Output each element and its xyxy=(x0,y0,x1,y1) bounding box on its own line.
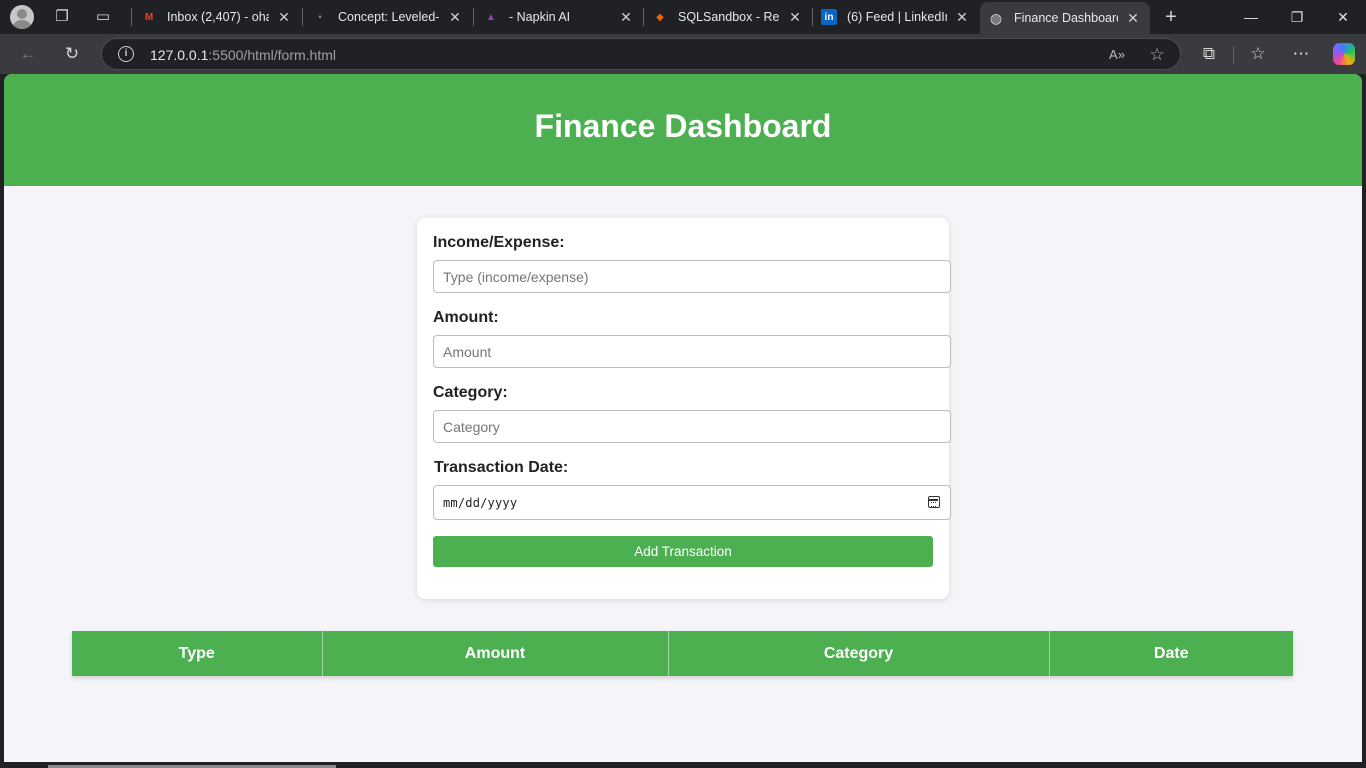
page-header: Finance Dashboard xyxy=(4,74,1362,186)
minimize-icon[interactable]: — xyxy=(1228,0,1274,34)
table-header-row: Type Amount Category Date xyxy=(72,631,1293,676)
tab-separator xyxy=(473,8,474,26)
back-arrow-icon[interactable]: ← xyxy=(15,42,41,66)
column-header-date: Date xyxy=(1049,631,1293,676)
transactions-table: Type Amount Category Date xyxy=(72,631,1293,676)
amount-label: Amount: xyxy=(433,309,499,326)
tab-title: - Napkin AI xyxy=(509,10,571,24)
toolbar-separator xyxy=(1233,46,1234,64)
restore-icon[interactable]: ❐ xyxy=(1274,0,1320,34)
close-tab-icon[interactable]: ✕ xyxy=(446,9,464,26)
transaction-form: Income/Expense: Amount: Category: Transa… xyxy=(417,218,951,599)
address-bar[interactable]: i 127.0.0.1:5500/html/form.html A» ☆ xyxy=(101,38,1181,70)
address-host: 127.0.0.1 xyxy=(150,47,209,63)
amount-input[interactable] xyxy=(433,335,951,368)
close-tab-icon[interactable]: ✕ xyxy=(1124,10,1142,27)
page-title: Finance Dashboard xyxy=(534,108,832,144)
tab-title: Concept: Leveled-Up xyxy=(338,10,440,24)
date-placeholder: mm/dd/yyyy xyxy=(443,496,518,510)
globe-icon: ◍ xyxy=(989,9,1003,26)
tab-replit[interactable]: ◆ SQLSandbox - Replit ✕ xyxy=(644,3,812,31)
notion-icon: ▪ xyxy=(318,11,322,23)
column-header-type: Type xyxy=(72,631,323,676)
tab-strip: ❐ ▭ M Inbox (2,407) - ohac ✕ ▪ Concept: … xyxy=(0,0,1366,34)
column-header-amount: Amount xyxy=(322,631,669,676)
close-window-icon[interactable]: ✕ xyxy=(1320,0,1366,34)
close-tab-icon[interactable]: ✕ xyxy=(786,9,804,26)
close-tab-icon[interactable]: ✕ xyxy=(275,9,293,26)
tab-gmail[interactable]: M Inbox (2,407) - ohac ✕ xyxy=(133,3,301,31)
browser-toolbar: ← ↻ i 127.0.0.1:5500/html/form.html A» ☆… xyxy=(0,34,1366,74)
tab-title: Inbox (2,407) - ohac xyxy=(167,10,269,24)
more-menu-icon[interactable]: ⋯ xyxy=(1288,42,1314,66)
linkedin-icon: in xyxy=(821,9,837,25)
address-url[interactable]: 127.0.0.1:5500/html/form.html xyxy=(150,47,336,63)
tab-notion[interactable]: ▪ Concept: Leveled-Up ✕ xyxy=(304,3,472,31)
type-input[interactable] xyxy=(433,260,951,293)
page-viewport: Finance Dashboard Income/Expense: Amount… xyxy=(4,74,1362,762)
workspaces-icon[interactable]: ❐ xyxy=(51,6,73,28)
category-input[interactable] xyxy=(433,410,951,443)
tab-title: SQLSandbox - Replit xyxy=(678,10,780,24)
close-tab-icon[interactable]: ✕ xyxy=(617,9,635,26)
favorite-star-icon[interactable]: ☆ xyxy=(1146,44,1168,66)
napkin-icon: ▲ xyxy=(486,11,496,23)
tab-title: (6) Feed | LinkedIn xyxy=(847,10,947,24)
tab-napkin[interactable]: ▲ - Napkin AI ✕ xyxy=(475,3,643,31)
copilot-icon[interactable] xyxy=(1333,43,1355,65)
read-aloud-icon[interactable]: A» xyxy=(1106,44,1128,66)
tab-linkedin[interactable]: in (6) Feed | LinkedIn ✕ xyxy=(813,3,979,31)
tab-title: Finance Dashboard xyxy=(1014,11,1118,25)
refresh-icon[interactable]: ↻ xyxy=(59,42,85,66)
type-label: Income/Expense: xyxy=(433,234,565,251)
add-transaction-button[interactable]: Add Transaction xyxy=(433,536,933,567)
site-info-icon[interactable]: i xyxy=(118,46,134,62)
gmail-icon: M xyxy=(144,11,154,23)
category-label: Category: xyxy=(433,384,508,401)
tab-finance-dashboard[interactable]: ◍ Finance Dashboard ✕ xyxy=(980,2,1150,34)
tab-actions-icon[interactable]: ▭ xyxy=(92,6,114,28)
tab-separator xyxy=(302,8,303,26)
favorites-list-icon[interactable]: ☆ xyxy=(1245,42,1271,66)
replit-icon: ◆ xyxy=(656,11,664,23)
column-header-category: Category xyxy=(668,631,1050,676)
date-label: Transaction Date: xyxy=(434,459,569,476)
calendar-icon[interactable] xyxy=(928,496,940,508)
close-tab-icon[interactable]: ✕ xyxy=(953,9,971,26)
date-input[interactable]: mm/dd/yyyy xyxy=(433,485,951,520)
tab-separator xyxy=(131,8,132,26)
address-path: :5500/html/form.html xyxy=(208,47,336,63)
profile-avatar-icon[interactable] xyxy=(10,5,34,29)
extensions-icon[interactable]: ⧉ xyxy=(1196,42,1222,66)
new-tab-icon[interactable]: + xyxy=(1160,6,1182,28)
